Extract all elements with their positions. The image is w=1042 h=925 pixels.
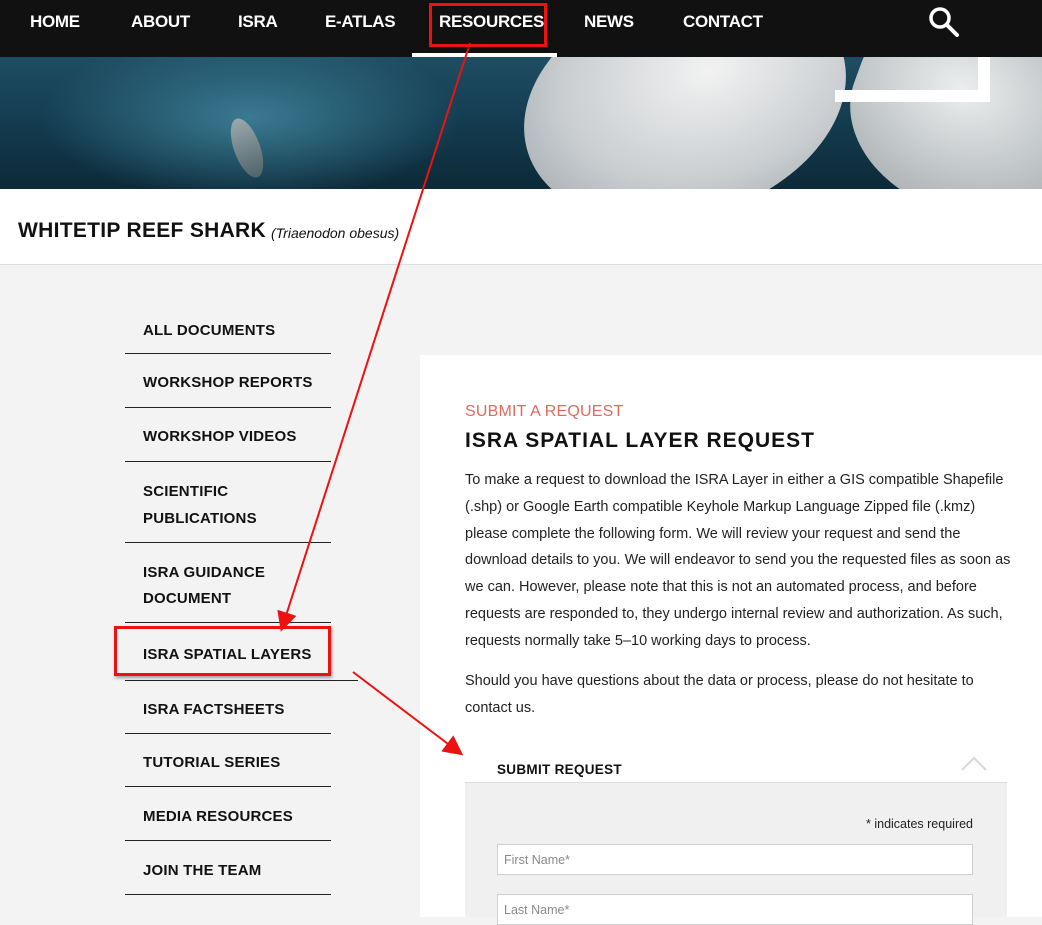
sidebar-item-label: WORKSHOP REPORTS — [143, 374, 313, 391]
submit-request-header[interactable]: SUBMIT REQUEST — [465, 750, 1007, 783]
sidebar-item-workshop-videos[interactable]: WORKSHOP VIDEOS — [125, 408, 331, 462]
chevron-up-icon[interactable] — [961, 754, 987, 772]
manta-ray-image — [492, 57, 878, 189]
nav-contact[interactable]: CONTACT — [683, 12, 763, 32]
highlight-box-resources — [429, 3, 547, 47]
page-title: ISRA SPATIAL LAYER REQUEST — [465, 429, 815, 452]
request-form: * indicates required — [465, 783, 1007, 925]
sidebar-item-tutorial-series[interactable]: TUTORIAL SERIES — [125, 734, 331, 787]
sidebar-item-label-line2: PUBLICATIONS — [143, 510, 257, 527]
sidebar-item-label: WORKSHOP VIDEOS — [143, 428, 297, 445]
intro-paragraph: To make a request to download the ISRA L… — [465, 472, 1011, 649]
nav-about[interactable]: ABOUT — [131, 12, 190, 32]
sidebar-item-label: ALL DOCUMENTS — [143, 322, 276, 339]
sidebar-item-workshop-reports[interactable]: WORKSHOP REPORTS — [125, 354, 331, 408]
highlight-box-spatial-layers — [114, 626, 331, 676]
first-name-field[interactable] — [497, 844, 973, 875]
decorative-frame — [835, 57, 990, 102]
species-scientific-name: (Triaenodon obesus) — [271, 225, 400, 241]
sidebar-item-label: ISRA GUIDANCE — [143, 564, 266, 581]
species-title-bar: WHITETIP REEF SHARK (Triaenodon obesus) — [0, 189, 1042, 265]
hero-image — [0, 57, 1042, 189]
sidebar-item-label: TUTORIAL SERIES — [143, 754, 281, 771]
sidebar-item-join-the-team[interactable]: JOIN THE TEAM — [125, 841, 331, 895]
sidebar-item-label: SCIENTIFIC — [143, 483, 229, 500]
sidebar-item-label-line2: DOCUMENT — [143, 590, 232, 607]
nav-home[interactable]: HOME — [30, 12, 80, 32]
last-name-field[interactable] — [497, 894, 973, 925]
sidebar-item-label: ISRA FACTSHEETS — [143, 701, 285, 718]
sidebar-item-label: MEDIA RESOURCES — [143, 808, 293, 825]
main-content: SUBMIT A REQUEST ISRA SPATIAL LAYER REQU… — [420, 355, 1042, 925]
fish-image — [224, 114, 270, 182]
nav-news[interactable]: NEWS — [584, 12, 634, 32]
sidebar-item-all-documents[interactable]: ALL DOCUMENTS — [125, 305, 331, 354]
nav-active-indicator — [412, 53, 557, 57]
nav-e-atlas[interactable]: E-ATLAS — [325, 12, 396, 32]
species-name: WHITETIP REEF SHARK — [18, 219, 266, 242]
sidebar-item-isra-factsheets[interactable]: ISRA FACTSHEETS — [125, 681, 331, 734]
contact-paragraph: Should you have questions about the data… — [465, 673, 974, 716]
sidebar-item-media-resources[interactable]: MEDIA RESOURCES — [125, 787, 331, 841]
sidebar-item-label: JOIN THE TEAM — [143, 862, 262, 879]
nav-isra[interactable]: ISRA — [238, 12, 278, 32]
submit-request-title: SUBMIT REQUEST — [497, 762, 622, 777]
required-note: * indicates required — [866, 817, 974, 831]
section-eyebrow: SUBMIT A REQUEST — [465, 403, 624, 420]
search-icon[interactable] — [926, 4, 960, 38]
sidebar-item-isra-guidance-document[interactable]: ISRA GUIDANCE DOCUMENT — [125, 543, 331, 623]
sidebar-item-scientific-publications[interactable]: SCIENTIFIC PUBLICATIONS — [125, 462, 331, 543]
